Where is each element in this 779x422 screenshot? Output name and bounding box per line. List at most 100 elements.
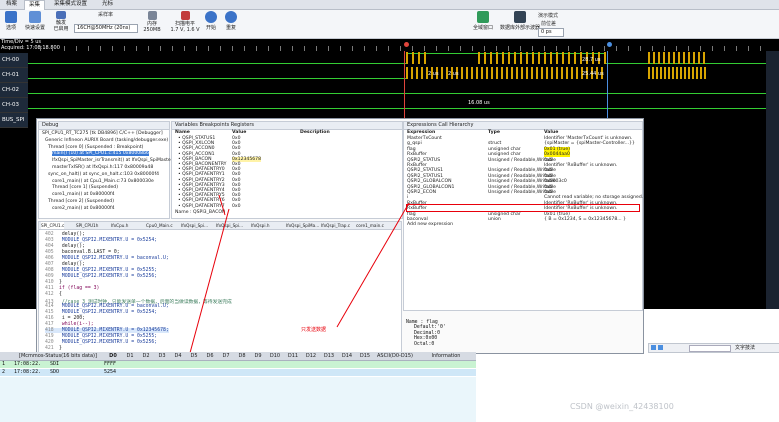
- repeat-icon: [225, 11, 237, 23]
- signal-pulse: [421, 67, 423, 79]
- cursor-b-marker[interactable]: [607, 42, 612, 47]
- full-window-icon: [477, 11, 489, 23]
- table-col-header[interactable]: D10: [266, 352, 284, 360]
- table-col-header[interactable]: D15: [356, 352, 374, 360]
- options-icon: [5, 11, 17, 23]
- table-col-header[interactable]: D5: [186, 352, 202, 360]
- zoom-in-icon[interactable]: [651, 345, 656, 350]
- ide-window: Debug SPI_CPU1_RT_TC275 [tk DB4896] C/C+…: [36, 118, 644, 354]
- repeat-button[interactable]: 重复: [224, 11, 238, 31]
- signal-pulse: [406, 67, 408, 79]
- signal-pulse: [658, 52, 660, 64]
- tab-cursor[interactable]: 光标: [98, 0, 117, 9]
- table-col-header[interactable]: D3: [154, 352, 170, 360]
- signal-pulse: [648, 52, 650, 64]
- table-col-header[interactable]: D2: [138, 352, 154, 360]
- signal-pulse: [461, 67, 463, 79]
- signal-pulse: [648, 67, 650, 79]
- ch01-measure-c: 25.44 us: [582, 71, 604, 77]
- signal-pulse: [478, 52, 480, 64]
- signal-pulse: [418, 52, 420, 64]
- start-button[interactable]: 开始: [204, 11, 218, 31]
- channel-label-bus-spi[interactable]: BUS_SPI: [0, 113, 28, 128]
- signal-pulse: [424, 52, 426, 64]
- signal-pulse: [571, 67, 573, 79]
- signal-pulse: [416, 67, 418, 79]
- tab-archive[interactable]: 档案: [2, 0, 21, 9]
- ch03-measure: 16.08 us: [468, 100, 490, 106]
- signal-pulse: [676, 67, 678, 79]
- signal-pulse: [562, 52, 564, 64]
- table-col-header[interactable]: D1: [122, 352, 138, 360]
- ch00-pulses-right: [648, 52, 708, 64]
- ch01-line: [28, 78, 406, 79]
- quick-settings-button[interactable]: 快速设置: [22, 11, 48, 31]
- signal-pulse: [501, 67, 503, 79]
- table-col-header[interactable]: D8: [234, 352, 250, 360]
- tab-acquire[interactable]: 采集: [24, 0, 46, 10]
- tab-acquire-mode[interactable]: 采集模式设置: [50, 0, 91, 9]
- signal-pulse: [406, 52, 408, 64]
- full-window-button[interactable]: 全域窗口: [470, 11, 496, 31]
- options-button[interactable]: 选项: [2, 11, 20, 31]
- time-ruler[interactable]: Time/Div = 5 us Acquired: 17:08:18.800: [0, 39, 779, 51]
- memory-button[interactable]: 内存 250MB: [140, 11, 164, 33]
- signal-pulse: [683, 52, 685, 64]
- pre-trigger-label: 前位差: [541, 21, 557, 27]
- signal-pulse: [568, 52, 570, 64]
- table-col-header[interactable]: D0: [104, 352, 122, 360]
- ch01-pulses-right: [648, 67, 708, 79]
- cursor-a-marker[interactable]: [404, 42, 409, 47]
- zoom-controls: 文字技法: [648, 343, 779, 353]
- table-col-header[interactable]: D14: [338, 352, 356, 360]
- channel-label-ch00[interactable]: CH-00: [0, 53, 28, 68]
- table-col-header[interactable]: Information: [416, 352, 476, 360]
- trigger-button[interactable]: 触发 已启用: [50, 11, 72, 32]
- right-scrollbar[interactable]: [766, 51, 779, 309]
- table-col-header[interactable]: D4: [170, 352, 186, 360]
- table-col-header[interactable]: D7: [218, 352, 234, 360]
- signal-pulse: [506, 67, 508, 79]
- signal-pulse: [520, 52, 522, 64]
- samplerate-select[interactable]: 16CH@50MHz (20ns): [74, 24, 138, 33]
- spi-status-table: [Mcmmos-Status(16 bits data)] D0 D1 D2 D3 D4 D…: [0, 352, 476, 422]
- signal-pulse: [561, 67, 563, 79]
- channel-label-ch02[interactable]: CH-02: [0, 83, 28, 98]
- table-col-header[interactable]: ASCII(D0-D15): [374, 352, 416, 360]
- table-col-header[interactable]: D9: [250, 352, 266, 360]
- scan-level-button[interactable]: 扫描电平 1.7 V, 1.6 V: [168, 11, 202, 33]
- ch01-measure-a: 2 us: [428, 71, 439, 77]
- signal-pulse: [696, 67, 698, 79]
- signal-pulse: [704, 67, 706, 79]
- annotation-arrows: [189, 194, 410, 353]
- table-col-header[interactable]: [Mcmmos-Status(16 bits data)]: [12, 352, 104, 360]
- signal-pulse: [484, 52, 486, 64]
- zoom-input[interactable]: [689, 345, 731, 352]
- signal-pulse: [688, 67, 690, 79]
- pre-trigger-value[interactable]: 0 ps: [538, 28, 564, 37]
- signal-pulse: [668, 67, 670, 79]
- ch01-measure-b: 2 us: [448, 71, 459, 77]
- table-col-header[interactable]: D13: [320, 352, 338, 360]
- external-scope-button[interactable]: 数据库外部示波器: [500, 11, 540, 31]
- zoom-out-icon[interactable]: [658, 345, 663, 350]
- signal-pulse: [550, 52, 552, 64]
- table-col-header[interactable]: D11: [284, 352, 302, 360]
- table-col-header[interactable]: D6: [202, 352, 218, 360]
- signal-pulse: [476, 67, 478, 79]
- channel-label-ch03[interactable]: CH-03: [0, 98, 28, 113]
- signal-pulse: [536, 67, 538, 79]
- signal-pulse: [491, 67, 493, 79]
- signal-pulse: [514, 52, 516, 64]
- table-row[interactable]: 2 17:08:22. SDO 5254: [0, 369, 476, 376]
- signal-pulse: [688, 52, 690, 64]
- table-col-header[interactable]: [0, 352, 12, 360]
- signal-pulse: [672, 67, 674, 79]
- table-col-header[interactable]: D12: [302, 352, 320, 360]
- channel-label-ch01[interactable]: CH-01: [0, 68, 28, 83]
- table-row[interactable]: 1 17:08:22. SDI FFFF: [0, 361, 476, 368]
- table-empty-area: [0, 377, 476, 422]
- signal-pulse: [656, 67, 658, 79]
- signal-pulse: [556, 67, 558, 79]
- signal-pulse: [490, 52, 492, 64]
